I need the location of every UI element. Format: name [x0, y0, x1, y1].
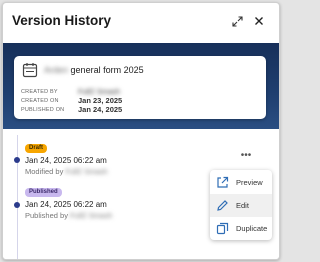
- published-on-label: PUBLISHED ON: [21, 107, 65, 113]
- document-title: Arden general form 2025: [44, 65, 144, 75]
- version-author-name: FullZ Smash: [65, 167, 108, 176]
- version-date: Jan 24, 2025 06:22 am: [25, 156, 107, 165]
- menu-item-label: Edit: [236, 201, 249, 210]
- open-external-icon: [216, 176, 229, 189]
- document-title-redacted: Arden: [44, 65, 69, 75]
- more-options-icon[interactable]: •••: [239, 151, 253, 163]
- panel-header: Version History: [3, 3, 279, 41]
- created-on-label: CREATED ON: [21, 98, 59, 104]
- close-icon[interactable]: [251, 13, 267, 29]
- version-author-name: FullZ Smash: [70, 211, 113, 220]
- menu-item-label: Preview: [236, 178, 263, 187]
- version-history-panel: Version History Arden general form 2025 …: [2, 2, 280, 260]
- created-by-label: CREATED BY: [21, 89, 58, 95]
- panel-title: Version History: [12, 13, 112, 28]
- menu-item-label: Duplicate: [236, 224, 268, 233]
- version-date: Jan 24, 2025 06:22 am: [25, 200, 107, 209]
- created-on-value: Jan 23, 2025: [78, 96, 123, 105]
- calendar-document-icon: [22, 62, 38, 78]
- version-context-menu: Preview Edit Duplicate: [210, 170, 272, 240]
- draft-badge: Draft: [25, 144, 48, 153]
- document-card: Arden general form 2025 CREATED BY FullZ…: [14, 56, 266, 119]
- published-on-value: Jan 24, 2025: [78, 105, 123, 114]
- version-author: Modified by FullZ Smash: [25, 167, 108, 176]
- expand-icon[interactable]: [229, 13, 245, 29]
- document-title-text: general form 2025: [70, 65, 144, 75]
- menu-item-preview[interactable]: Preview: [210, 171, 272, 194]
- created-by-value: FullZ Smash: [78, 87, 121, 96]
- menu-item-duplicate[interactable]: Duplicate: [210, 217, 272, 240]
- pencil-icon: [216, 199, 229, 212]
- published-badge: Published: [25, 188, 62, 197]
- version-author-prefix: Modified by: [25, 167, 64, 176]
- timeline-dot: [14, 157, 20, 163]
- timeline-dot: [14, 202, 20, 208]
- duplicate-icon: [216, 222, 229, 235]
- menu-item-edit[interactable]: Edit: [210, 194, 272, 217]
- version-author: Published by FullZ Smash: [25, 211, 112, 220]
- version-author-prefix: Published by: [25, 211, 68, 220]
- timeline-line: [17, 135, 18, 259]
